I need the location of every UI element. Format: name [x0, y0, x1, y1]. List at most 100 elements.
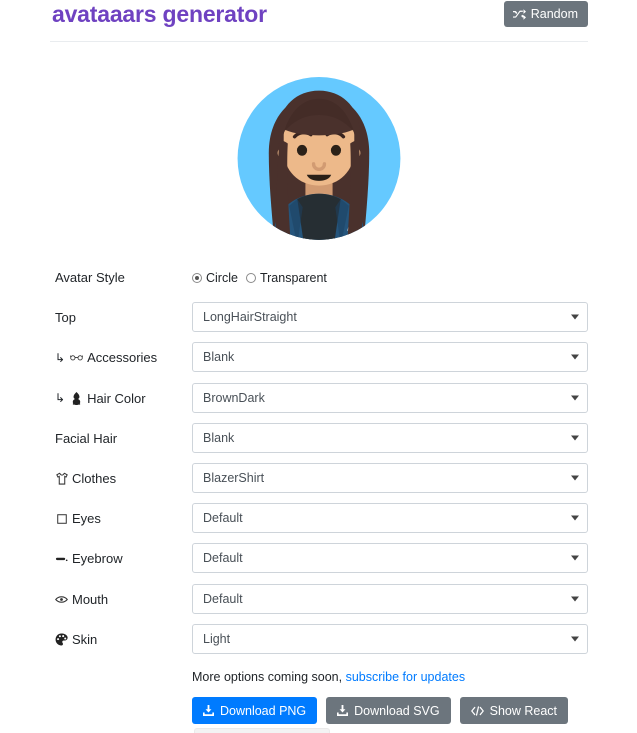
sub-option-arrow-icon: ↳: [55, 350, 66, 365]
form-row-clothes: Clothes BlazerShirt: [0, 462, 637, 503]
label-eyes-text: Eyes: [72, 511, 101, 527]
glasses-icon: [70, 354, 84, 361]
form-row-top: Top LongHairStraight: [0, 302, 637, 342]
download-svg-label: Download SVG: [354, 703, 440, 718]
page-title: avataaars generator: [52, 1, 267, 27]
form-row-eyebrow: Eyebrow Default: [0, 543, 637, 583]
select-skin[interactable]: Light: [192, 623, 588, 654]
label-hair-color-text: Hair Color: [87, 390, 146, 406]
eyebrow-icon: [55, 556, 68, 562]
select-top[interactable]: LongHairStraight: [192, 302, 588, 333]
chevron-down-icon: [571, 636, 579, 642]
form-row-mouth: Mouth Default: [0, 583, 637, 624]
select-top-value: LongHairStraight: [203, 310, 297, 325]
avatar-svg: [237, 77, 400, 240]
palette-icon: [55, 633, 68, 646]
select-skin-value: Light: [203, 631, 231, 646]
select-eyebrow-value: Default: [203, 551, 243, 566]
hair-color-control: BrownDark: [192, 382, 588, 413]
random-button[interactable]: Random: [503, 1, 588, 27]
label-mouth: Mouth: [55, 592, 108, 607]
select-facial-hair-value: Blank: [203, 430, 235, 445]
select-mouth[interactable]: Default: [192, 583, 588, 614]
label-avatar-style-text: Avatar Style: [55, 270, 125, 285]
label-top-text: Top: [55, 310, 76, 326]
radio-transparent[interactable]: Transparent: [245, 271, 327, 285]
select-facial-hair[interactable]: Blank: [192, 422, 588, 453]
form-row-hair-color: ↳ Hair Color BrownDark: [0, 382, 637, 423]
show-react-button[interactable]: Show React: [459, 697, 569, 724]
random-button-label: Random: [530, 7, 578, 21]
radio-circle-dot[interactable]: [192, 273, 202, 283]
label-eyebrow: Eyebrow: [55, 551, 123, 566]
avatar-eye-right: [330, 144, 341, 156]
chevron-down-icon: [571, 354, 579, 360]
options-form: Avatar Style Circle Transparent Top Long…: [0, 262, 637, 664]
chevron-down-icon: [571, 475, 579, 481]
partial-element-below-fold: [194, 728, 330, 733]
label-facial-hair: Facial Hair: [55, 431, 117, 446]
sub-option-arrow-icon: ↳: [55, 391, 66, 406]
clothes-control: BlazerShirt: [192, 462, 588, 493]
select-eyebrow[interactable]: Default: [192, 543, 588, 574]
eye-box-icon: [55, 513, 68, 524]
mouth-control: Default: [192, 583, 588, 614]
eyes-control: Default: [192, 503, 588, 534]
chevron-down-icon: [571, 435, 579, 441]
radio-transparent-dot[interactable]: [245, 273, 256, 283]
select-accessories[interactable]: Blank: [192, 342, 588, 373]
label-clothes-text: Clothes: [72, 470, 117, 486]
select-clothes[interactable]: BlazerShirt: [192, 462, 588, 493]
skin-control: Light: [192, 623, 588, 654]
download-icon: [203, 705, 214, 716]
label-accessories-text: Accessories: [87, 350, 158, 366]
select-accessories-value: Blank: [203, 350, 235, 365]
form-row-eyes: Eyes Default: [0, 503, 637, 543]
label-accessories: ↳ Accessories: [55, 350, 157, 365]
select-hair-color[interactable]: BrownDark: [192, 382, 588, 413]
avataaars-generator-page: avataaars generator Random Avatar Style …: [0, 0, 637, 733]
label-eyes: Eyes: [55, 511, 101, 526]
select-hair-color-value: BrownDark: [203, 390, 265, 405]
eyebrow-control: Default: [192, 543, 588, 574]
chevron-down-icon: [571, 395, 579, 401]
label-mouth-text: Mouth: [72, 591, 109, 607]
subscribe-link[interactable]: subscribe for updates: [346, 670, 466, 684]
action-buttons: Download PNG Download SVG Show React: [192, 697, 569, 724]
form-row-accessories: ↳ Accessories Blank: [0, 342, 637, 382]
tshirt-icon: [55, 472, 68, 485]
select-clothes-value: BlazerShirt: [203, 470, 265, 485]
avatar-clothes-shirt: [296, 193, 341, 240]
page-header: avataaars generator Random: [0, 0, 637, 42]
coming-soon-note: More options coming soon, subscribe for …: [192, 670, 465, 684]
radio-transparent-label: Transparent: [259, 271, 327, 285]
download-png-button[interactable]: Download PNG: [192, 697, 318, 724]
form-row-facial-hair: Facial Hair Blank: [0, 422, 637, 463]
form-row-avatar-style: Avatar Style Circle Transparent: [0, 262, 637, 302]
label-eyebrow-text: Eyebrow: [72, 551, 123, 567]
form-row-skin: Skin Light: [0, 623, 637, 664]
label-clothes: Clothes: [55, 471, 116, 486]
download-svg-button[interactable]: Download SVG: [326, 697, 451, 724]
select-eyes-value: Default: [203, 511, 243, 526]
avatar-eye-left: [296, 144, 307, 156]
radio-circle-label: Circle: [206, 271, 238, 285]
download-png-label: Download PNG: [220, 703, 307, 718]
label-facial-hair-text: Facial Hair: [55, 430, 118, 446]
label-avatar-style: Avatar Style: [55, 270, 125, 285]
facial-hair-control: Blank: [192, 422, 588, 453]
avatar-style-control: Circle Transparent: [192, 262, 588, 285]
chevron-down-icon: [571, 596, 579, 601]
top-control: LongHairStraight: [192, 302, 588, 333]
shuffle-icon: [512, 8, 526, 20]
show-react-label: Show React: [489, 703, 558, 718]
label-skin-text: Skin: [72, 631, 98, 647]
hair-color-icon: [70, 391, 83, 405]
download-icon: [337, 705, 349, 716]
select-eyes[interactable]: Default: [192, 503, 588, 534]
select-mouth-value: Default: [203, 591, 243, 606]
radio-circle[interactable]: Circle: [192, 271, 238, 285]
label-skin: Skin: [55, 632, 97, 647]
avatar-preview: [0, 58, 637, 252]
header-divider: [50, 41, 588, 42]
